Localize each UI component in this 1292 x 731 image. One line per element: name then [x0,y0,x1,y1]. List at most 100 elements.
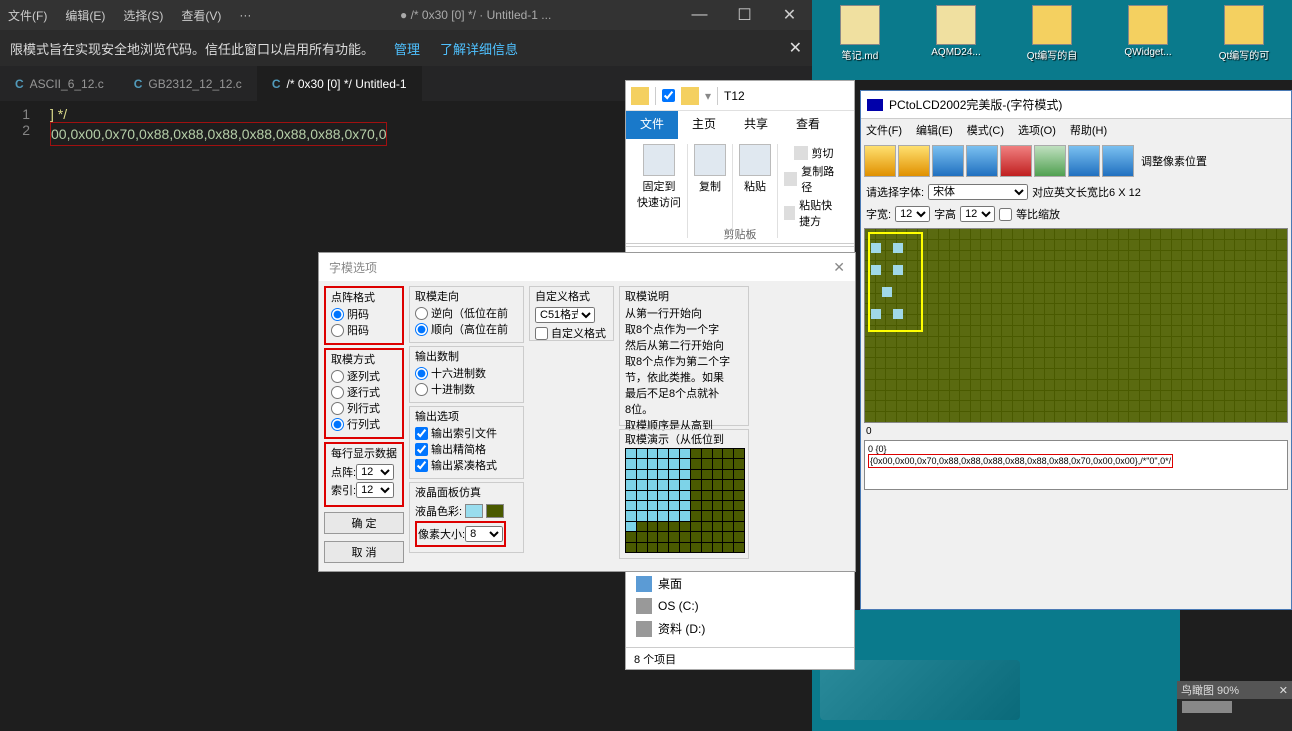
toolbar-tool-icon[interactable] [1034,145,1066,177]
check-custom[interactable]: 自定义格式 [535,325,608,341]
charh-select[interactable]: 12 [960,206,995,222]
format-select[interactable]: C51格式 [535,307,595,323]
toolbar-save-icon[interactable] [932,145,964,177]
menu-options[interactable]: 选项(O) [1018,122,1056,138]
desktop-icon-aqmd[interactable]: AQMD24... [921,5,991,75]
equal-scale-checkbox[interactable] [999,208,1012,221]
cancel-button[interactable]: 取 消 [324,541,404,563]
small-label: 剪切 [812,145,834,161]
tree-label: 资料 (D:) [658,620,705,637]
close-button[interactable]: ✕ [767,0,812,30]
group-dot-matrix-format: 点阵格式 阴码 阳码 [324,286,404,345]
ok-button[interactable]: 确 定 [324,512,404,534]
menu-file[interactable]: 文件(F) [8,7,47,24]
notice-learn-link[interactable]: 了解详细信息 [440,39,518,58]
ribbon-pasteshort[interactable]: 粘贴快捷方 [784,197,843,229]
tree-drive-c[interactable]: OS (C:) [631,595,849,617]
menu-mode[interactable]: 模式(C) [967,122,1004,138]
group-custom-format: 自定义格式 C51格式 自定义格式 [529,286,614,341]
font-select[interactable]: 宋体 [928,184,1028,200]
dot-select[interactable]: 12 [356,464,394,480]
desktop-wallpaper [810,610,1180,731]
toolbar-label: 调整像素位置 [1141,153,1207,169]
folder-icon[interactable] [681,87,699,105]
desktop-icon-qwidget[interactable]: QWidget... [1113,5,1183,75]
menu-file[interactable]: 文件(F) [866,122,902,138]
ribbon-group-paste: 粘贴 [733,144,778,238]
toolbar-new-icon[interactable] [864,145,896,177]
tree-label: 桌面 [658,575,682,592]
desktop-icon-qt1[interactable]: Qt编写的自 [1017,5,1087,75]
birdseye-title-text: 鸟瞰图 90% [1181,682,1239,698]
radio-forward[interactable]: 顺向（高位在前 [415,321,518,337]
radio-yang[interactable]: 阳码 [331,322,397,338]
canvas-grid [865,229,1287,422]
radio-col[interactable]: 逐列式 [331,368,397,384]
birdseye-titlebar[interactable]: 鸟瞰图 90% ✕ [1177,681,1292,699]
copy-icon[interactable] [694,144,726,176]
birdseye-close-icon[interactable]: ✕ [1279,684,1288,697]
tree-desktop[interactable]: 桌面 [631,572,849,595]
minimize-button[interactable]: — [677,0,722,30]
toolbar-saveas-icon[interactable] [966,145,998,177]
ribbon-tab-view[interactable]: 查看 [782,111,834,139]
notice-manage-link[interactable]: 管理 [394,39,420,58]
radio-yin[interactable]: 阴码 [331,306,397,322]
radio-row[interactable]: 逐行式 [331,384,397,400]
pctolcd-titlebar[interactable]: PCtoLCD2002完美版-(字符模式) [861,91,1291,119]
ribbon-copypath[interactable]: 复制路径 [784,163,843,195]
menu-view[interactable]: 查看(V) [181,7,221,24]
group-title: 自定义格式 [535,291,590,303]
ribbon-tab-file[interactable]: 文件 [626,111,678,139]
dialog-close-icon[interactable]: ✕ [833,259,845,276]
lit-pixel [893,309,903,319]
ribbon-tab-share[interactable]: 共享 [730,111,782,139]
birdseye-body[interactable] [1177,699,1292,731]
radio-reverse[interactable]: 逆向（低位在前 [415,305,518,321]
group-sample-description: 取模说明 从第一行开始向 取8个点作为一个字 然后从第二行开始向 取8个点作为第… [619,286,749,426]
toolbar-settings-icon[interactable] [1068,145,1100,177]
check-compact[interactable]: 输出精简格 [415,441,518,457]
font-label: 请选择字体: [866,184,924,200]
field-label: 点阵: [331,464,356,480]
pixel-size-select[interactable]: 8 [465,526,503,542]
maximize-button[interactable]: ☐ [722,0,767,30]
color-swatch[interactable] [465,504,483,518]
tree-drive-d[interactable]: 资料 (D:) [631,617,849,640]
ratio-label: 对应英文长宽比6 X 12 [1032,184,1141,200]
toolbar-open-icon[interactable] [898,145,930,177]
idx-select[interactable]: 12 [356,482,394,498]
tab-gb2312[interactable]: CGB2312_12_12.c [119,66,257,101]
pixel-canvas[interactable] [864,228,1288,423]
toolbar-delete-icon[interactable] [1000,145,1032,177]
tab-untitled[interactable]: C/* 0x30 [0] */ Untitled-1 [257,66,422,101]
check-index[interactable]: 输出索引文件 [415,425,518,441]
radio-colrow[interactable]: 列行式 [331,400,397,416]
menu-edit[interactable]: 编辑(E) [65,7,105,24]
desktop-icon-notes[interactable]: 笔记.md [825,5,895,75]
color-swatch[interactable] [486,504,504,518]
radio-hex[interactable]: 十六进制数 [415,365,518,381]
menu-edit[interactable]: 编辑(E) [916,122,953,138]
ribbon-tab-home[interactable]: 主页 [678,111,730,139]
charw-select[interactable]: 12 [895,206,930,222]
desktop-icon-qt2[interactable]: Qt编写的可 [1209,5,1279,75]
menu-help[interactable]: 帮助(H) [1070,122,1107,138]
pin-icon[interactable] [643,144,675,176]
notice-close-icon[interactable]: ✕ [789,38,802,58]
check-tight[interactable]: 输出紧凑格式 [415,457,518,473]
menu-more[interactable]: ··· [239,8,251,22]
dialog-titlebar[interactable]: 字模选项 ✕ [319,253,855,281]
radio-label: 逐行式 [347,384,380,400]
menu-select[interactable]: 选择(S) [123,7,163,24]
radio-dec[interactable]: 十进制数 [415,381,518,397]
toolbar-help-icon[interactable] [1102,145,1134,177]
quickbar-checkbox[interactable] [662,89,675,102]
folder-icon[interactable] [631,87,649,105]
tab-ascii[interactable]: CASCII_6_12.c [0,66,119,101]
ribbon-cut[interactable]: 剪切 [794,145,834,161]
paste-icon[interactable] [739,144,771,176]
pasteshortcut-icon [784,206,795,220]
c-file-icon: C [15,77,24,91]
radio-rowcol[interactable]: 行列式 [331,416,397,432]
